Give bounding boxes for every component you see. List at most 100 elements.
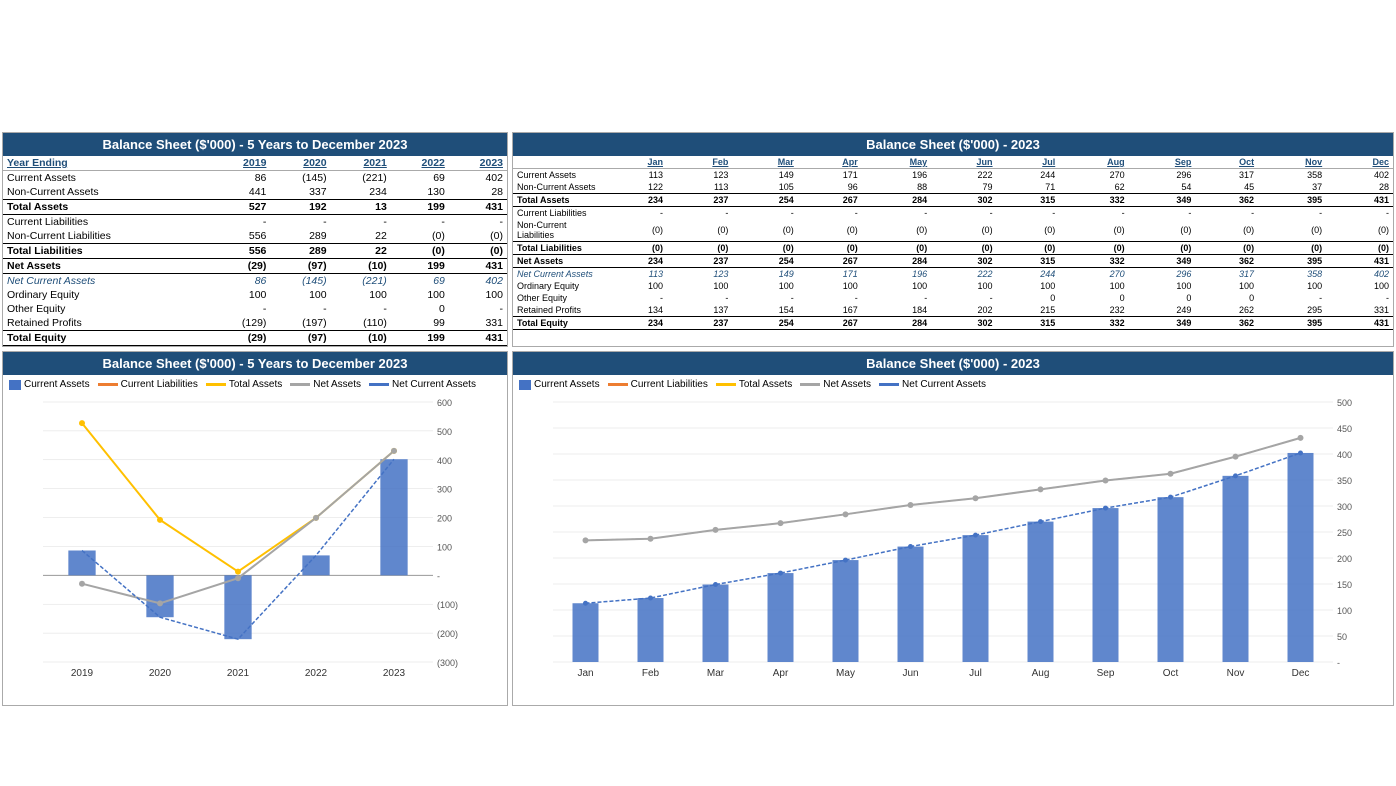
dot-na: [157, 600, 163, 606]
right-chart-legend: Current Assets Current Liabilities Total…: [513, 375, 1393, 392]
right-legend-line-current-liabilities: [608, 383, 628, 386]
dot-ta: [973, 495, 979, 501]
table-row: 234: [603, 317, 667, 330]
table-row: -: [798, 292, 862, 304]
table-row: 431: [449, 259, 507, 274]
table-row: 302: [931, 317, 996, 330]
left-col-2023: 2023: [449, 156, 507, 171]
table-row: 100: [931, 280, 996, 292]
right-legend-label-net-current-assets: Net Current Assets: [902, 379, 986, 390]
svg-text:400: 400: [437, 456, 452, 466]
table-row: (97): [270, 259, 330, 274]
table-row: (0): [862, 219, 931, 242]
table-row: 527: [210, 200, 270, 215]
table-row: 123: [667, 169, 732, 182]
dot-na: [235, 575, 241, 581]
right-chart-panel: Balance Sheet ($'000) - 2023 Current Ass…: [512, 351, 1394, 706]
table-row: 149: [732, 268, 797, 281]
table-row-label: Total Assets: [3, 200, 210, 215]
table-row: -: [331, 302, 391, 316]
table-row: -: [1258, 292, 1326, 304]
table-row: (0): [391, 244, 449, 259]
table-row-label: Total Liabilities: [3, 244, 210, 259]
table-row-label: Other Equity: [3, 302, 210, 316]
table-row: 196: [862, 268, 931, 281]
table-row: 349: [1129, 194, 1196, 207]
table-row: 431: [449, 200, 507, 215]
table-row-label: Non-Current Assets: [3, 185, 210, 200]
right-col-aug: Aug: [1059, 156, 1128, 169]
table-row: (110): [331, 316, 391, 331]
table-row: 395: [1258, 317, 1326, 330]
svg-text:500: 500: [1337, 398, 1352, 408]
table-row: 270: [1059, 268, 1128, 281]
right-legend-net-current-assets: Net Current Assets: [879, 379, 986, 390]
table-row: 86: [210, 171, 270, 186]
table-row: 234: [603, 255, 667, 268]
table-row: 100: [1258, 280, 1326, 292]
svg-text:200: 200: [437, 514, 452, 524]
table-row: 284: [862, 317, 931, 330]
table-row: 122: [603, 181, 667, 194]
table-row: 96: [798, 181, 862, 194]
table-row: (0): [603, 219, 667, 242]
bar-current-assets: [1288, 453, 1314, 662]
dot-nca: [973, 533, 978, 538]
bar-current-assets: [768, 573, 794, 662]
table-row: 149: [732, 169, 797, 182]
dot-nca: [1038, 519, 1043, 524]
table-row: 100: [1195, 280, 1258, 292]
table-row: 295: [1258, 304, 1326, 317]
x-label: May: [836, 668, 855, 679]
table-row-label: Current Liabilities: [3, 215, 210, 230]
table-row: (0): [798, 242, 862, 255]
table-row-label: Non-Current Liabilities: [3, 229, 210, 244]
table-row: 100: [1129, 280, 1196, 292]
table-row: 358: [1258, 169, 1326, 182]
legend-total-assets: Total Assets: [206, 379, 282, 390]
table-row: -: [210, 302, 270, 316]
bar-current-assets: [963, 535, 989, 662]
table-row: -: [391, 215, 449, 230]
table-row: 289: [270, 244, 330, 259]
x-label: Dec: [1292, 668, 1310, 679]
table-row: 395: [1258, 194, 1326, 207]
x-label: Feb: [642, 668, 660, 679]
table-row: 254: [732, 194, 797, 207]
dot-nca: [713, 582, 718, 587]
table-row: (0): [1326, 242, 1393, 255]
table-row: 395: [1258, 255, 1326, 268]
table-row: (10): [331, 331, 391, 346]
table-row-label: Total Equity: [513, 317, 603, 330]
table-row-label: Ordinary Equity: [3, 288, 210, 302]
table-row: (221): [331, 274, 391, 289]
svg-text:(100): (100): [437, 600, 458, 610]
table-row: 267: [798, 317, 862, 330]
left-col-2021: 2021: [331, 156, 391, 171]
legend-net-current-assets: Net Current Assets: [369, 379, 476, 390]
bar-current-assets: [224, 575, 251, 639]
table-row: 362: [1195, 255, 1258, 268]
table-row: 302: [931, 255, 996, 268]
dot-ta: [908, 502, 914, 508]
dot-ta: [713, 527, 719, 533]
table-row: 100: [331, 288, 391, 302]
left-chart-title: Balance Sheet ($'000) - 5 Years to Decem…: [3, 352, 507, 375]
table-row: 556: [210, 229, 270, 244]
table-row: 100: [667, 280, 732, 292]
legend-label-current-assets: Current Assets: [24, 379, 90, 390]
left-chart-legend: Current Assets Current Liabilities Total…: [3, 375, 507, 392]
table-row: 431: [1326, 194, 1393, 207]
dot-nca: [1233, 473, 1238, 478]
table-row: 100: [391, 288, 449, 302]
table-row: 349: [1129, 255, 1196, 268]
table-row: 154: [732, 304, 797, 317]
table-row: 358: [1258, 268, 1326, 281]
table-row: -: [331, 215, 391, 230]
right-legend-label-net-assets: Net Assets: [823, 379, 871, 390]
table-row: 284: [862, 255, 931, 268]
table-row: 13: [331, 200, 391, 215]
svg-text:450: 450: [1337, 424, 1352, 434]
table-row: 0: [997, 292, 1060, 304]
table-row: 0: [1195, 292, 1258, 304]
